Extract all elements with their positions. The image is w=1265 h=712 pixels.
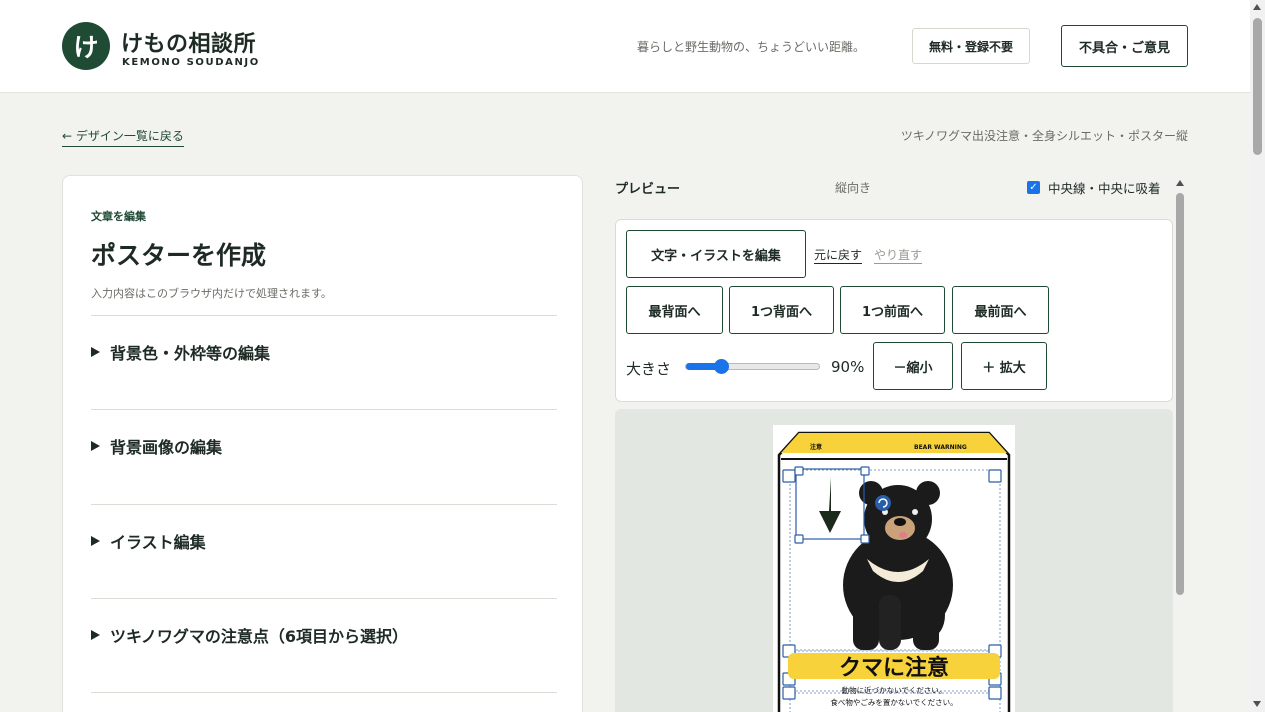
logo-title[interactable]: けもの相談所: [121, 26, 256, 58]
section-header[interactable]: 背景画像の編集: [91, 434, 222, 458]
expand-triangle-icon: [91, 347, 100, 357]
bring-to-front-button[interactable]: 最前面へ: [952, 286, 1049, 334]
size-label: 大きさ: [626, 360, 672, 378]
poster-bear-warning-label: BEAR WARNING: [914, 444, 967, 451]
section-cautions[interactable]: ツキノワグマの注意点（6項目から選択）: [91, 598, 557, 646]
scroll-up-icon[interactable]: [1253, 4, 1261, 10]
editor-eyebrow: 文章を編集: [91, 210, 146, 223]
bring-forward-button[interactable]: 1つ前面へ: [840, 286, 945, 334]
back-link[interactable]: ← デザイン一覧に戻る: [62, 127, 184, 147]
section-illustration[interactable]: イラスト編集: [91, 504, 557, 552]
section-header[interactable]: イラスト編集: [91, 529, 206, 553]
logo-subtitle: KEMONO SOUDANJO: [122, 57, 260, 68]
expand-triangle-icon: [91, 536, 100, 546]
size-slider[interactable]: [685, 363, 820, 370]
section-header[interactable]: ツキノワグマの注意点（6項目から選択）: [91, 623, 408, 647]
feedback-button[interactable]: 不具合・ご意見: [1061, 25, 1188, 67]
logo-icon[interactable]: け: [62, 22, 110, 70]
section-divider: [91, 692, 557, 693]
section-background-image[interactable]: 背景画像の編集: [91, 409, 557, 457]
preview-scrollbar-thumb[interactable]: [1176, 193, 1184, 595]
poster-headline: クマに注意: [839, 655, 949, 681]
site-header: け けもの相談所 KEMONO SOUDANJO 暮らしと野生動物の、ちょうどい…: [0, 0, 1250, 93]
privacy-note: 入力内容はこのブラウザ内だけで処理されます。: [91, 287, 332, 300]
rotate-handle-icon: [875, 495, 891, 511]
poster-page[interactable]: 注意 BEAR WARNING クマに注意 動物に近づかないでください。 食べ物…: [773, 425, 1015, 712]
tagline: 暮らしと野生動物の、ちょうどいい距離。: [637, 40, 866, 54]
page-scrollbar-thumb[interactable]: [1253, 18, 1262, 155]
snap-toggle[interactable]: ✓ 中央線・中央に吸着: [1027, 178, 1161, 197]
orientation-label: 縦向き: [835, 181, 872, 195]
snap-label: 中央線・中央に吸着: [1048, 181, 1161, 196]
undo-link[interactable]: 元に戻す: [814, 246, 863, 264]
redo-link[interactable]: やり直す: [874, 246, 923, 264]
poster-caution-label: 注意: [810, 443, 822, 451]
section-header[interactable]: 背景色・外枠等の編集: [91, 340, 270, 364]
checkbox-checked-icon[interactable]: ✓: [1027, 181, 1040, 194]
send-backward-button[interactable]: 1つ背面へ: [729, 286, 834, 334]
poster-artwork: 注意 BEAR WARNING クマに注意 動物に近づかないでください。 食べ物…: [777, 431, 1011, 712]
preview-label: プレビュー: [615, 182, 681, 197]
editor-panel: 文章を編集 ポスターを作成 入力内容はこのブラウザ内だけで処理されます。 背景色…: [62, 175, 583, 712]
enlarge-button[interactable]: ＋ 拡大: [961, 342, 1047, 390]
expand-triangle-icon: [91, 441, 100, 451]
section-label: ツキノワグマの注意点（6項目から選択）: [110, 627, 409, 646]
section-label: 背景色・外枠等の編集: [110, 344, 271, 363]
send-to-back-button[interactable]: 最背面へ: [626, 286, 723, 334]
free-badge: 無料・登録不要: [912, 28, 1030, 64]
section-background-color[interactable]: 背景色・外枠等の編集: [91, 315, 557, 363]
size-value: 90%: [831, 358, 865, 376]
page-title: ポスターを作成: [91, 241, 267, 270]
preview-canvas[interactable]: 注意 BEAR WARNING クマに注意 動物に近づかないでください。 食べ物…: [615, 409, 1173, 712]
preview-scroll-up-icon[interactable]: [1176, 180, 1184, 186]
section-label: 背景画像の編集: [110, 438, 223, 457]
scroll-down-icon[interactable]: [1253, 701, 1261, 707]
edit-toolbar: 文字・イラストを編集 元に戻す やり直す 最背面へ 1つ背面へ 1つ前面へ 最前…: [615, 219, 1173, 402]
design-name: ツキノワグマ出没注意・全身シルエット・ポスター縦: [900, 129, 1188, 143]
shrink-button[interactable]: －縮小: [873, 342, 953, 390]
poster-line-1: 動物に近づかないでください。: [842, 685, 947, 695]
poster-line-2: 食べ物やごみを置かないでください。: [830, 697, 957, 707]
size-slider-thumb[interactable]: [714, 359, 729, 374]
section-label: イラスト編集: [110, 533, 206, 552]
expand-triangle-icon: [91, 630, 100, 640]
edit-text-illustration-button[interactable]: 文字・イラストを編集: [626, 230, 806, 278]
